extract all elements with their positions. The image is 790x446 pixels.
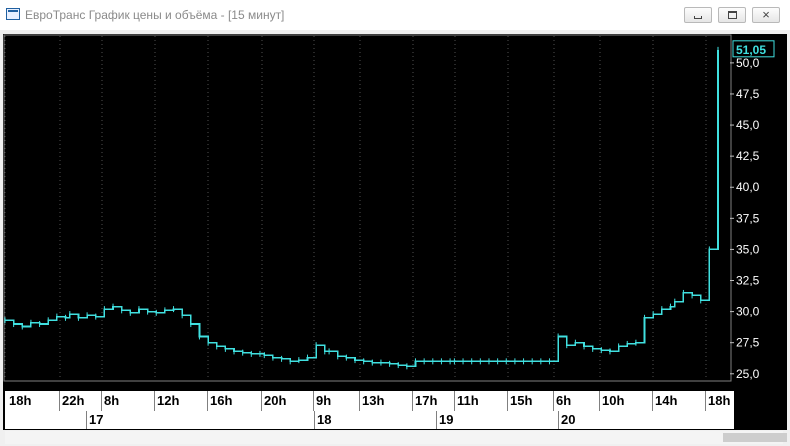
time-tick-separator	[599, 391, 600, 411]
time-tick-separator	[59, 391, 60, 411]
time-axis: 18h 22h 8h 12h 16h 20h 9h 13h 17h 11h 15h 6h 10h 14h 1…	[5, 391, 734, 411]
time-tick-label: 14h	[655, 393, 678, 408]
time-tick-label: 6h	[556, 393, 572, 408]
minimize-button[interactable]	[684, 7, 712, 23]
window-title: ЕвроТранс График цены и объёма - [15 мин…	[25, 8, 285, 22]
time-tick-label: 15h	[510, 393, 533, 408]
time-tick-separator	[652, 391, 653, 411]
price-chart[interactable]: 25,0 27,5 30,0 32,5 35,0 37,5 40,0 42,5 45,0 47,5…	[3, 34, 787, 430]
time-tick-separator	[705, 391, 706, 411]
chart-app-icon	[6, 8, 20, 20]
title-bar[interactable]: ЕвроТранс График цены и объёма - [15 мин…	[0, 0, 790, 30]
date-separator	[314, 411, 315, 429]
time-tick-label: 18h	[9, 393, 32, 408]
date-separator	[86, 411, 87, 429]
time-tick-label: 17h	[415, 393, 438, 408]
date-tick-label: 20	[561, 412, 576, 427]
time-tick-label: 13h	[362, 393, 385, 408]
chart-area[interactable]: 25,0 27,5 30,0 32,5 35,0 37,5 40,0 42,5 45,0 47,5…	[3, 34, 787, 430]
y-tick-label: 37,5	[736, 211, 760, 225]
plot-border	[3, 34, 732, 382]
time-tick-separator	[207, 391, 208, 411]
time-tick-label: 9h	[316, 393, 332, 408]
time-tick-separator	[101, 391, 102, 411]
time-tick-label: 18h	[708, 393, 731, 408]
time-tick-label: 20h	[264, 393, 287, 408]
y-tick-label: 30,0	[736, 305, 760, 319]
time-tick-separator	[313, 391, 314, 411]
price-line	[5, 49, 719, 368]
horizontal-scrollbar[interactable]	[5, 431, 787, 444]
close-button[interactable]: ×	[752, 7, 780, 23]
time-tick-separator	[359, 391, 360, 411]
date-separator	[436, 411, 437, 429]
time-tick-label: 11h	[457, 393, 479, 408]
y-tick-label: 42,5	[736, 149, 760, 163]
time-tick-label: 22h	[62, 393, 85, 408]
y-tick-label: 47,5	[736, 87, 760, 101]
date-axis: 17 18 19 20	[5, 411, 734, 429]
time-tick-label: 16h	[210, 393, 233, 408]
y-tick-label: 27,5	[736, 336, 760, 350]
maximize-button[interactable]	[718, 7, 746, 23]
date-tick-label: 17	[89, 412, 104, 427]
scrollbar-thumb[interactable]	[723, 433, 787, 442]
y-tick-label: 50,0	[736, 56, 760, 70]
y-tick-label: 32,5	[736, 274, 760, 288]
close-icon: ×	[762, 7, 770, 22]
y-tick-label: 35,0	[736, 242, 760, 256]
time-tick-separator	[553, 391, 554, 411]
time-tick-label: 10h	[602, 393, 625, 408]
time-tick-separator	[454, 391, 455, 411]
last-price-label: 51,05	[736, 43, 766, 57]
date-separator	[558, 411, 559, 429]
time-tick-label: 12h	[157, 393, 180, 408]
date-tick-label: 18	[317, 412, 332, 427]
time-tick-separator	[507, 391, 508, 411]
chart-window: ЕвроТранс График цены и объёма - [15 мин…	[0, 0, 790, 446]
y-tick-label: 45,0	[736, 118, 760, 132]
minimize-icon	[694, 16, 702, 19]
y-tick-label: 25,0	[736, 367, 760, 381]
time-tick-separator	[261, 391, 262, 411]
time-tick-label: 8h	[104, 393, 120, 408]
date-tick-label: 19	[439, 412, 454, 427]
maximize-icon	[728, 11, 737, 19]
axis-corner	[734, 391, 783, 429]
y-tick-label: 40,0	[736, 180, 760, 194]
time-tick-separator	[412, 391, 413, 411]
time-tick-separator	[154, 391, 155, 411]
